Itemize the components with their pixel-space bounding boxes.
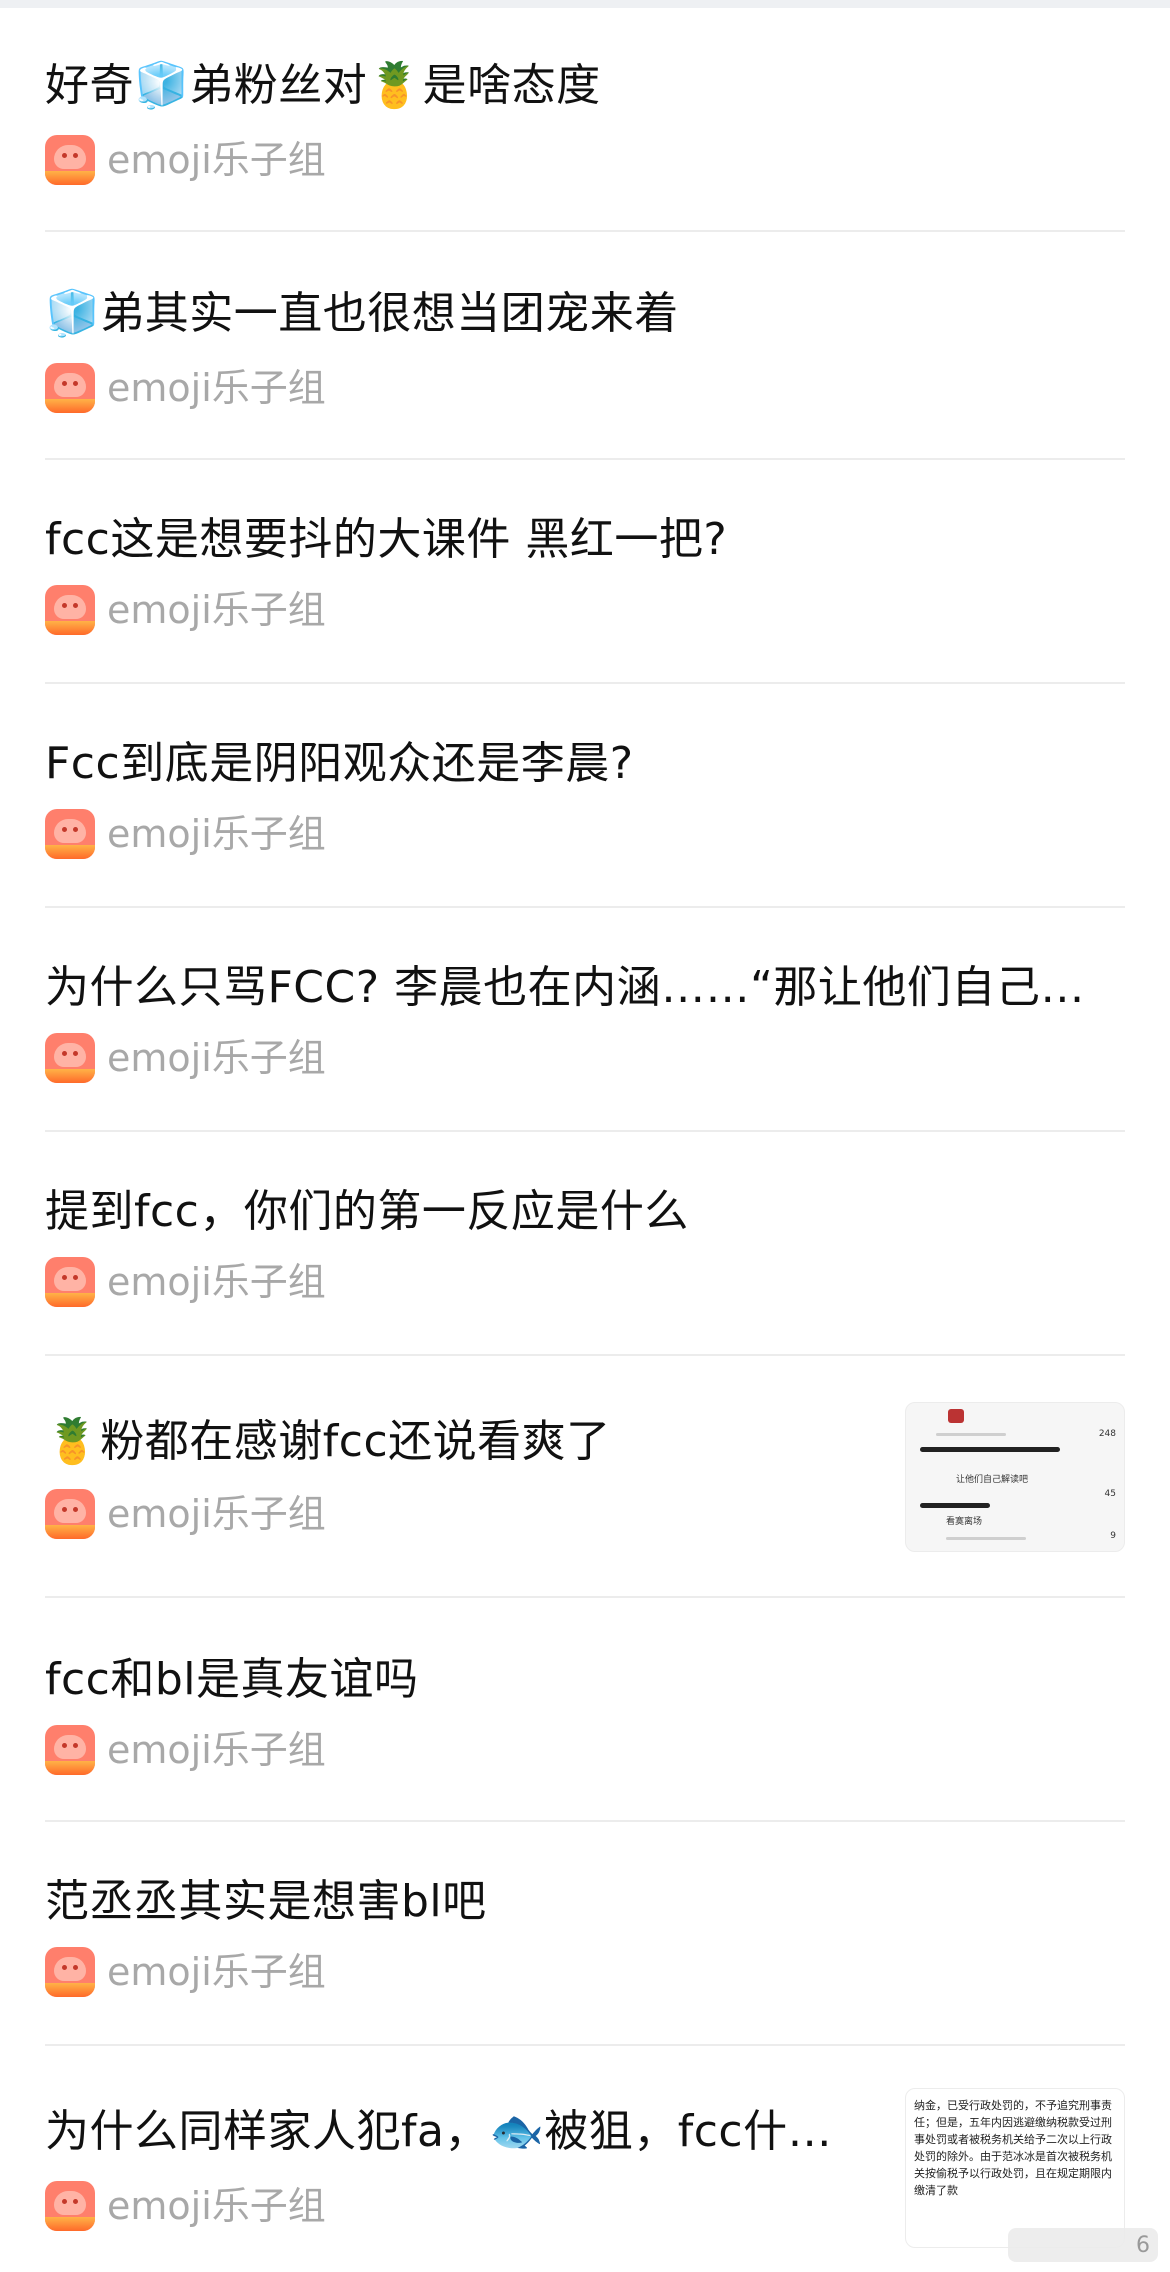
avatar[interactable]: [45, 2181, 95, 2231]
post-author[interactable]: emoji乐子组: [45, 134, 326, 186]
author-name[interactable]: emoji乐子组: [107, 1946, 326, 1998]
post-title[interactable]: fcc和bl是真友谊吗: [45, 1650, 1125, 1710]
post-title[interactable]: 🍍粉都在感谢fcc还说看爽了: [45, 1412, 885, 1472]
thumbnail-text: 纳金，已受行政处罚的，不予追究刑事责任；但是，五年内因逃避缴纳税款受过刑事处罚或…: [914, 2097, 1118, 2199]
post-item[interactable]: fcc和bl是真友谊吗 emoji乐子组: [0, 1598, 1170, 1822]
avatar[interactable]: [45, 1033, 95, 1083]
thumb-count: 45: [1105, 1487, 1116, 1501]
avatar[interactable]: [45, 585, 95, 635]
post-thumbnail[interactable]: 248 让他们自己解读吧 45 看寞离场 9: [905, 1402, 1125, 1552]
avatar[interactable]: [45, 1725, 95, 1775]
post-author[interactable]: emoji乐子组: [45, 2180, 326, 2232]
avatar[interactable]: [45, 1257, 95, 1307]
post-author[interactable]: emoji乐子组: [45, 1488, 326, 1540]
post-title[interactable]: 为什么只骂FCC? 李晨也在内涵……“那让他们自己…: [45, 958, 1125, 1018]
post-thumbnail[interactable]: 纳金，已受行政处罚的，不予追究刑事责任；但是，五年内因逃避缴纳税款受过刑事处罚或…: [905, 2088, 1125, 2248]
top-status-strip: [0, 0, 1170, 8]
post-title[interactable]: 范丞丞其实是想害bl吧: [45, 1872, 1125, 1932]
avatar[interactable]: [45, 809, 95, 859]
author-name[interactable]: emoji乐子组: [107, 1032, 326, 1084]
avatar[interactable]: [45, 1947, 95, 1997]
corner-badge-count: 6: [1136, 2233, 1150, 2258]
post-item[interactable]: Fcc到底是阴阳观众还是李晨? emoji乐子组: [0, 684, 1170, 908]
post-title[interactable]: Fcc到底是阴阳观众还是李晨?: [45, 734, 1125, 794]
post-author[interactable]: emoji乐子组: [45, 1256, 326, 1308]
post-item[interactable]: 范丞丞其实是想害bl吧 emoji乐子组: [0, 1822, 1170, 2046]
author-name[interactable]: emoji乐子组: [107, 1724, 326, 1776]
post-title[interactable]: 提到fcc，你们的第一反应是什么: [45, 1182, 1125, 1242]
post-item[interactable]: 为什么同样家人犯fa，🐟被狙，fcc什… emoji乐子组 纳金，已受行政处罚的…: [0, 2046, 1170, 2272]
post-item[interactable]: 好奇🧊弟粉丝对🍍是啥态度 emoji乐子组: [0, 8, 1170, 232]
post-title[interactable]: 🧊弟其实一直也很想当团宠来着: [45, 284, 1125, 344]
post-feed: 好奇🧊弟粉丝对🍍是啥态度 emoji乐子组 🧊弟其实一直也很想当团宠来着 emo…: [0, 8, 1170, 2272]
author-name[interactable]: emoji乐子组: [107, 134, 326, 186]
post-item[interactable]: 提到fcc，你们的第一反应是什么 emoji乐子组: [0, 1132, 1170, 1356]
post-title[interactable]: fcc这是想要抖的大课件 黑红一把?: [45, 510, 1125, 570]
author-name[interactable]: emoji乐子组: [107, 2180, 326, 2232]
thumb-count: 9: [1110, 1529, 1116, 1543]
avatar[interactable]: [45, 1489, 95, 1539]
post-item[interactable]: 🧊弟其实一直也很想当团宠来着 emoji乐子组: [0, 232, 1170, 460]
thumb-count: 248: [1099, 1427, 1116, 1441]
thumb-line: 让他们自己解读吧: [956, 1473, 1028, 1487]
avatar[interactable]: [45, 135, 95, 185]
author-name[interactable]: emoji乐子组: [107, 1488, 326, 1540]
post-item[interactable]: fcc这是想要抖的大课件 黑红一把? emoji乐子组: [0, 460, 1170, 684]
post-item[interactable]: 为什么只骂FCC? 李晨也在内涵……“那让他们自己… emoji乐子组: [0, 908, 1170, 1132]
post-author[interactable]: emoji乐子组: [45, 808, 326, 860]
post-author[interactable]: emoji乐子组: [45, 362, 326, 414]
thumb-line: 看寞离场: [946, 1515, 982, 1529]
author-name[interactable]: emoji乐子组: [107, 362, 326, 414]
avatar[interactable]: [45, 363, 95, 413]
corner-badge: 6: [1008, 2228, 1158, 2262]
author-name[interactable]: emoji乐子组: [107, 808, 326, 860]
post-author[interactable]: emoji乐子组: [45, 584, 326, 636]
author-name[interactable]: emoji乐子组: [107, 1256, 326, 1308]
author-name[interactable]: emoji乐子组: [107, 584, 326, 636]
post-author[interactable]: emoji乐子组: [45, 1946, 326, 1998]
post-author[interactable]: emoji乐子组: [45, 1724, 326, 1776]
post-title[interactable]: 好奇🧊弟粉丝对🍍是啥态度: [45, 56, 1125, 116]
post-author[interactable]: emoji乐子组: [45, 1032, 326, 1084]
post-title[interactable]: 为什么同样家人犯fa，🐟被狙，fcc什…: [45, 2102, 865, 2162]
post-item[interactable]: 🍍粉都在感谢fcc还说看爽了 emoji乐子组 248 让他们自己解读吧 45 …: [0, 1356, 1170, 1598]
